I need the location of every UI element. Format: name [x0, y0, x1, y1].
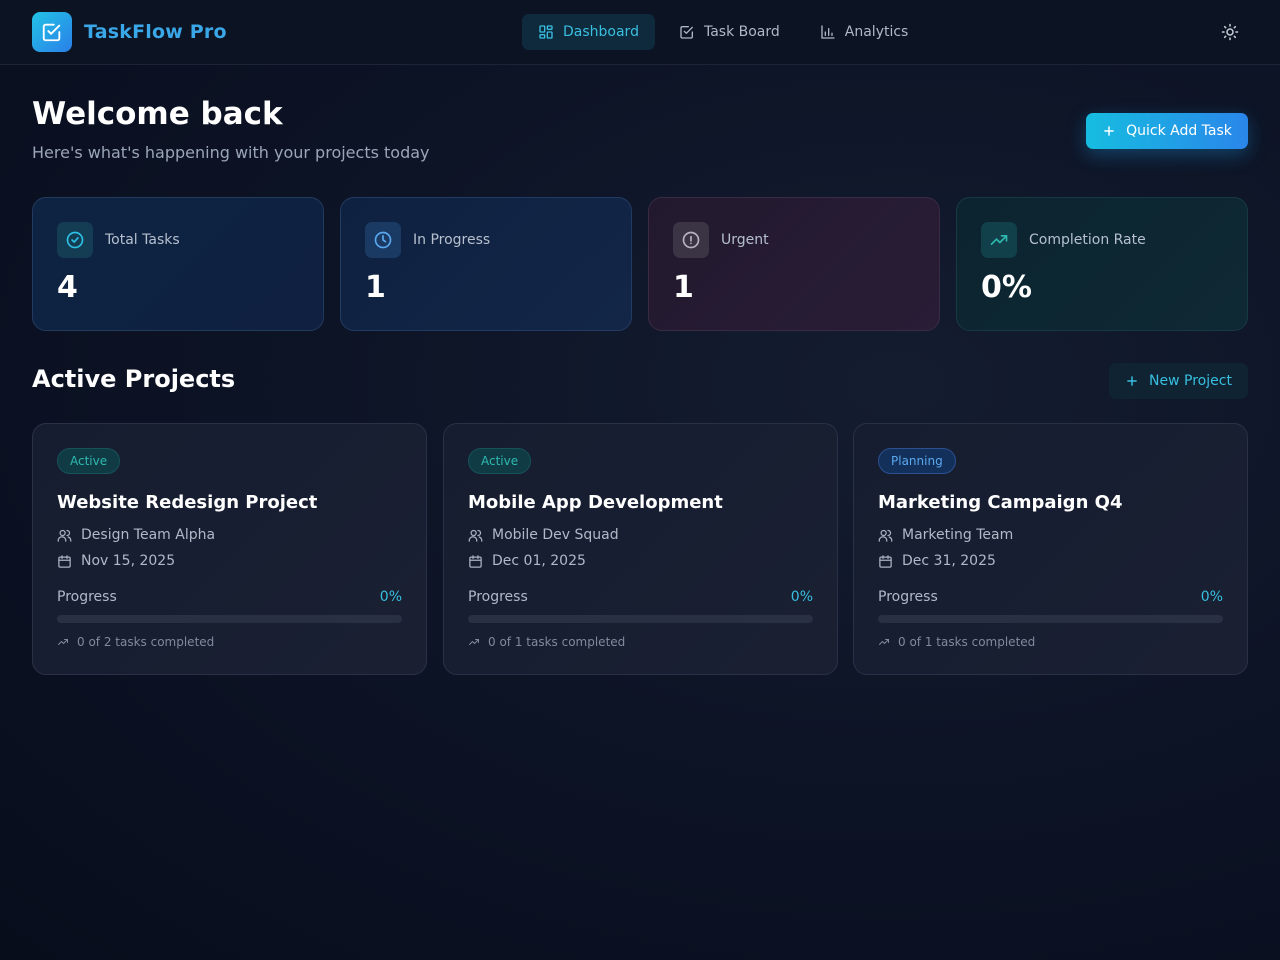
project-title: Marketing Campaign Q4 — [878, 492, 1123, 513]
stat-value: 1 — [365, 270, 386, 305]
stat-card-total-tasks: Total Tasks 4 — [32, 197, 324, 331]
stat-card-urgent: Urgent 1 — [648, 197, 940, 331]
nav-analytics-label: Analytics — [844, 24, 909, 40]
stat-label: Urgent — [721, 232, 769, 248]
nav-task-board[interactable]: Task Board — [663, 14, 796, 50]
theme-toggle-button[interactable] — [1218, 20, 1242, 44]
progress-percent: 0% — [790, 589, 813, 605]
stat-value: 1 — [673, 270, 694, 305]
plus-icon — [1125, 374, 1139, 388]
calendar-icon — [878, 554, 893, 569]
nav-task-board-label: Task Board — [703, 24, 780, 40]
quick-add-task-button[interactable]: Quick Add Task — [1086, 113, 1248, 149]
progress-percent: 0% — [379, 589, 402, 605]
brand[interactable]: TaskFlow Pro — [32, 12, 227, 52]
stat-value: 4 — [57, 270, 78, 305]
project-team-label: Marketing Team — [902, 527, 1014, 543]
alert-circle-icon — [673, 222, 709, 258]
tasks-completed: 0 of 1 tasks completed — [878, 635, 1223, 649]
app-name: TaskFlow Pro — [84, 21, 227, 43]
stat-label: In Progress — [413, 232, 491, 248]
project-date: Dec 31, 2025 — [878, 553, 1223, 569]
new-project-label: New Project — [1149, 373, 1232, 389]
progress-bar — [57, 615, 402, 623]
stat-card-completion-rate: Completion Rate 0% — [956, 197, 1248, 331]
checkbox-icon — [679, 24, 695, 40]
project-team: Marketing Team — [878, 527, 1223, 543]
users-icon — [878, 528, 893, 543]
project-title: Website Redesign Project — [57, 492, 318, 513]
nav-dashboard-label: Dashboard — [563, 24, 639, 40]
users-icon — [57, 528, 72, 543]
top-bar: TaskFlow Pro Dashboard Task Board Analyt… — [0, 0, 1280, 65]
trending-up-icon — [981, 222, 1017, 258]
tasks-completed: 0 of 2 tasks completed — [57, 635, 402, 649]
status-badge: Planning — [878, 448, 956, 474]
trending-up-icon — [468, 636, 480, 648]
tasks-completed: 0 of 1 tasks completed — [468, 635, 813, 649]
progress-bar — [878, 615, 1223, 623]
project-card[interactable]: Planning Marketing Campaign Q4 Marketing… — [853, 423, 1248, 675]
status-badge: Active — [57, 448, 121, 474]
plus-icon — [1102, 124, 1116, 138]
project-date: Dec 01, 2025 — [468, 553, 813, 569]
project-date-label: Dec 31, 2025 — [902, 553, 996, 569]
project-team-label: Design Team Alpha — [81, 527, 216, 543]
main-nav: Dashboard Task Board Analytics — [522, 14, 932, 50]
calendar-icon — [57, 554, 72, 569]
progress-label: Progress — [57, 589, 117, 605]
project-team: Mobile Dev Squad — [468, 527, 813, 543]
project-date-label: Nov 15, 2025 — [81, 553, 176, 569]
tasks-completed-label: 0 of 1 tasks completed — [488, 635, 626, 649]
sun-icon — [1221, 23, 1239, 41]
trending-up-icon — [878, 636, 890, 648]
status-badge: Active — [468, 448, 532, 474]
progress-label: Progress — [468, 589, 528, 605]
quick-add-task-label: Quick Add Task — [1126, 123, 1232, 139]
progress-percent: 0% — [1200, 589, 1223, 605]
clock-icon — [365, 222, 401, 258]
logo-checkbox-icon — [32, 12, 72, 52]
progress-label: Progress — [878, 589, 938, 605]
trending-up-icon — [57, 636, 69, 648]
section-title-active-projects: Active Projects — [32, 365, 236, 393]
bar-chart-icon — [820, 24, 836, 40]
project-team-label: Mobile Dev Squad — [492, 527, 619, 543]
project-card[interactable]: Active Website Redesign Project Design T… — [32, 423, 427, 675]
progress-bar — [468, 615, 813, 623]
nav-analytics[interactable]: Analytics — [804, 14, 925, 50]
users-icon — [468, 528, 483, 543]
tasks-completed-label: 0 of 2 tasks completed — [77, 635, 215, 649]
dashboard-grid-icon — [538, 24, 554, 40]
tasks-completed-label: 0 of 1 tasks completed — [898, 635, 1036, 649]
project-date-label: Dec 01, 2025 — [492, 553, 586, 569]
stat-card-in-progress: In Progress 1 — [340, 197, 632, 331]
stat-label: Completion Rate — [1029, 232, 1146, 248]
page-title: Welcome back — [32, 96, 283, 132]
project-team: Design Team Alpha — [57, 527, 402, 543]
calendar-icon — [468, 554, 483, 569]
project-date: Nov 15, 2025 — [57, 553, 402, 569]
project-title: Mobile App Development — [468, 492, 723, 513]
page-subtitle: Here's what's happening with your projec… — [32, 143, 430, 162]
project-card[interactable]: Active Mobile App Development Mobile Dev… — [443, 423, 838, 675]
new-project-button[interactable]: New Project — [1109, 363, 1248, 399]
check-circle-icon — [57, 222, 93, 258]
stat-label: Total Tasks — [105, 232, 180, 248]
nav-dashboard[interactable]: Dashboard — [522, 14, 655, 50]
stat-value: 0% — [981, 270, 1032, 305]
